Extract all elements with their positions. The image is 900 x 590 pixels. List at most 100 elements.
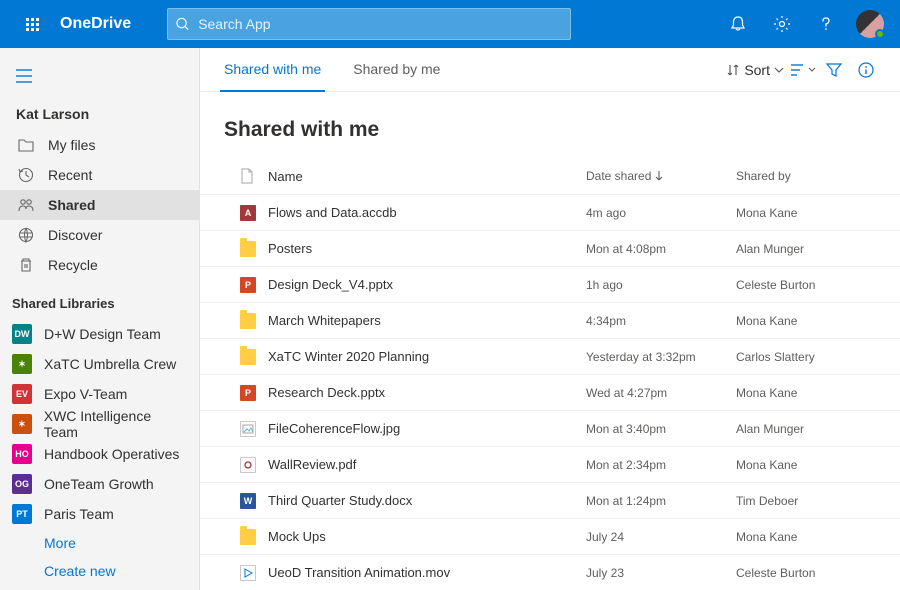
tab-shared-by-me[interactable]: Shared by me [349,48,444,92]
file-type-icon: W [224,493,268,509]
notifications-button[interactable] [716,0,760,48]
file-shared-by: Celeste Burton [736,278,876,292]
sidebar-item-label: My files [48,137,95,153]
column-header-date[interactable]: Date shared [586,169,736,183]
list-icon [789,63,805,77]
main-content: Shared with me Shared by me Sort Shared … [200,48,900,590]
shared-libraries-heading: Shared Libraries [0,280,199,319]
file-type-icon [224,241,268,257]
file-shared-by: Mona Kane [736,530,876,544]
file-date-shared: 4m ago [586,206,736,220]
file-type-icon: P [224,385,268,401]
brand-label: OneDrive [60,15,131,33]
app-launcher-button[interactable] [8,0,56,48]
sidebar-create-new-link[interactable]: Create new [0,557,199,585]
file-shared-by: Tim Deboer [736,494,876,508]
library-item[interactable]: HOHandbook Operatives [0,439,199,469]
sidebar: Kat Larson My filesRecentSharedDiscoverR… [0,48,200,590]
sidebar-nav: My files RecentShared Discover Recycle [0,130,199,280]
recycle-icon [16,255,36,275]
file-shared-by: Carlos Slattery [736,350,876,364]
tab-shared-with-me[interactable]: Shared with me [220,48,325,92]
file-date-shared: Yesterday at 3:32pm [586,350,736,364]
sidebar-item-recent[interactable]: Recent [0,160,199,190]
file-name: March Whitepapers [268,313,586,328]
file-name: Mock Ups [268,529,586,544]
hamburger-icon [16,69,32,83]
table-row[interactable]: PResearch Deck.pptxWed at 4:27pmMona Kan… [200,374,900,410]
filter-icon [826,63,842,77]
table-row[interactable]: UeoD Transition Animation.movJuly 23Cele… [200,554,900,590]
tab-bar: Shared with me Shared by me Sort [200,48,900,92]
file-shared-by: Mona Kane [736,314,876,328]
file-name: WallReview.pdf [268,457,586,472]
file-type-icon [224,457,268,473]
shared-icon [16,195,36,215]
file-type-icon [224,313,268,329]
table-row[interactable]: XaTC Winter 2020 PlanningYesterday at 3:… [200,338,900,374]
table-row[interactable]: WThird Quarter Study.docxMon at 1:24pmTi… [200,482,900,518]
hamburger-button[interactable] [0,56,48,96]
waffle-icon [26,18,39,31]
library-badge: EV [12,384,32,404]
library-item[interactable]: PTParis Team [0,499,199,529]
sidebar-item-shared[interactable]: Shared [0,190,199,220]
search-box[interactable] [167,8,571,40]
discover-icon [16,225,36,245]
table-row[interactable]: FileCoherenceFlow.jpgMon at 3:40pmAlan M… [200,410,900,446]
file-type-icon [224,565,268,581]
file-shared-by: Alan Munger [736,422,876,436]
file-name: UeoD Transition Animation.mov [268,565,586,580]
column-header-name[interactable]: Name [268,169,586,184]
sidebar-item-recycle[interactable]: Recycle [0,250,199,280]
sidebar-item-my-files[interactable]: My files [0,130,199,160]
table-row[interactable]: WallReview.pdfMon at 2:34pmMona Kane [200,446,900,482]
file-shared-by: Mona Kane [736,458,876,472]
library-label: XWC Intelligence Team [44,408,187,440]
library-item[interactable]: EV Expo V-Team [0,379,199,409]
settings-button[interactable] [760,0,804,48]
column-header-shared-by[interactable]: Shared by [736,169,876,183]
table-row[interactable]: PostersMon at 4:08pmAlan Munger [200,230,900,266]
file-name: FileCoherenceFlow.jpg [268,421,586,436]
info-button[interactable] [852,56,880,84]
sort-button[interactable]: Sort [726,62,784,78]
file-shared-by: Alan Munger [736,242,876,256]
file-date-shared: Mon at 1:24pm [586,494,736,508]
help-button[interactable] [804,0,848,48]
sidebar-item-label: Discover [48,227,102,243]
file-date-shared: Wed at 4:27pm [586,386,736,400]
file-type-icon [224,421,268,437]
file-shared-by: Mona Kane [736,206,876,220]
library-label: Expo V-Team [44,386,127,402]
library-item[interactable]: ✶XWC Intelligence Team [0,409,199,439]
sort-icon [726,63,740,77]
file-type-icon [224,349,268,365]
library-item[interactable]: OGOneTeam Growth [0,469,199,499]
sort-descending-icon [655,171,663,181]
file-type-icon [224,529,268,545]
table-row[interactable]: Mock UpsJuly 24Mona Kane [200,518,900,554]
library-label: Paris Team [44,506,114,522]
info-icon [858,62,874,78]
library-item[interactable]: DWD+W Design Team [0,319,199,349]
page-title: Shared with me [200,92,900,158]
file-date-shared: Mon at 4:08pm [586,242,736,256]
table-row[interactable]: AFlows and Data.accdb4m agoMona Kane [200,194,900,230]
user-avatar[interactable] [856,10,884,38]
file-shared-by: Celeste Burton [736,566,876,580]
sidebar-item-discover[interactable]: Discover [0,220,199,250]
search-input[interactable] [198,16,563,32]
file-date-shared: 4:34pm [586,314,736,328]
library-label: D+W Design Team [44,326,161,342]
sidebar-more-link[interactable]: More [0,529,199,557]
table-row[interactable]: PDesign Deck_V4.pptx1h agoCeleste Burton [200,266,900,302]
file-shared-by: Mona Kane [736,386,876,400]
view-options-button[interactable] [788,56,816,84]
table-row[interactable]: March Whitepapers4:34pmMona Kane [200,302,900,338]
file-name: XaTC Winter 2020 Planning [268,349,586,364]
library-item[interactable]: ✶XaTC Umbrella Crew [0,349,199,379]
file-name: Posters [268,241,586,256]
filter-button[interactable] [820,56,848,84]
recent-icon [16,165,36,185]
